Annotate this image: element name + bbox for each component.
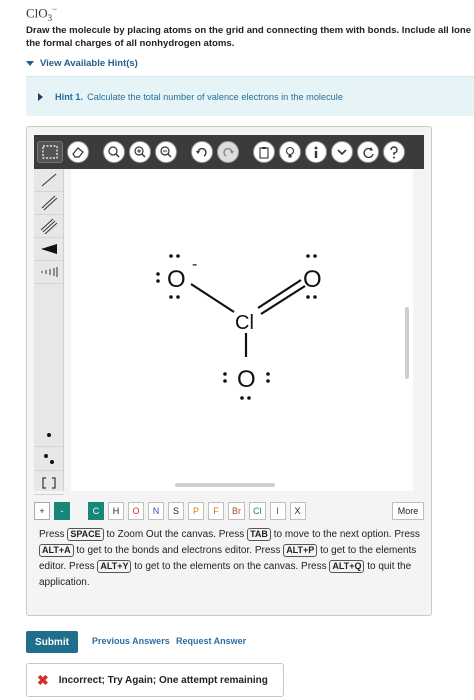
instruction-text: to get to the bonds and electrons editor… <box>76 545 281 556</box>
lone-pair-dot <box>176 295 180 299</box>
editor-toolbar <box>34 135 424 169</box>
keyboard-instructions: Press SPACE to Zoom Out the canvas. Pres… <box>39 527 425 591</box>
chevron-right-icon <box>38 92 43 101</box>
view-hints-toggle[interactable]: View Available Hint(s) <box>26 58 138 69</box>
submit-button[interactable]: Submit <box>26 631 78 653</box>
refresh-icon[interactable] <box>357 141 379 163</box>
element-n-button[interactable]: N <box>148 502 164 520</box>
prompt-line-1: Draw the molecule by placing atoms on th… <box>26 25 472 36</box>
element-p-button[interactable]: P <box>188 502 204 520</box>
key-alt-p: ALT+P <box>283 544 318 557</box>
lone-pair-dot <box>313 254 317 258</box>
lone-pair-dot <box>313 295 317 299</box>
element-i-button[interactable]: I <box>269 502 286 520</box>
chevron-down-icon <box>26 61 34 66</box>
element-br-button[interactable]: Br <box>228 502 245 520</box>
instruction-text: to move to the next option. Press <box>273 529 420 540</box>
element-cl-button[interactable]: Cl <box>249 502 266 520</box>
molecule-editor: O - O Cl O + - C H O N S P F Br Cl I X M… <box>26 126 432 616</box>
element-o-button[interactable]: O <box>128 502 144 520</box>
horizontal-scrollbar[interactable] <box>175 483 275 487</box>
key-space: SPACE <box>67 528 104 541</box>
instruction-text: Press <box>39 529 65 540</box>
bulb-icon[interactable] <box>279 141 301 163</box>
charge-minus-button[interactable]: - <box>54 502 70 520</box>
prompt-line-2: the formal charges of all nonhydrogen at… <box>26 38 235 49</box>
double-bond <box>257 279 302 309</box>
instruction-text: to Zoom Out the canvas. Press <box>106 529 245 540</box>
lone-pair-dot <box>247 396 251 400</box>
undo-icon[interactable] <box>191 141 213 163</box>
more-elements-button[interactable]: More <box>392 502 424 520</box>
element-c-button[interactable]: C <box>88 502 104 520</box>
wedge-bond-icon[interactable] <box>34 238 64 261</box>
zoom-fit-icon[interactable] <box>103 141 125 163</box>
zoom-out-icon[interactable] <box>155 141 177 163</box>
lone-pair-dot <box>169 254 173 258</box>
paste-icon[interactable] <box>253 141 275 163</box>
lone-pair-dot <box>266 372 270 376</box>
radical-icon[interactable] <box>34 423 64 447</box>
eraser-icon[interactable] <box>67 141 89 163</box>
triple-bond-icon[interactable] <box>34 215 64 238</box>
lone-pair-dot <box>240 396 244 400</box>
molecule-drawing: O - O Cl O <box>156 254 322 400</box>
single-bond-icon[interactable] <box>34 169 64 192</box>
molecule-formula: ClO3− <box>26 4 58 23</box>
info-icon[interactable] <box>305 141 327 163</box>
hint-title: Hint 1. <box>55 91 84 102</box>
lone-pair-dot <box>266 379 270 383</box>
hint-1-row[interactable]: Hint 1. Calculate the total number of va… <box>26 76 474 116</box>
request-answer-link[interactable]: Request Answer <box>176 636 246 646</box>
hint-text: Calculate the total number of valence el… <box>87 91 343 102</box>
lone-pair-icon[interactable] <box>34 447 64 471</box>
error-x-icon: ✖ <box>37 671 49 688</box>
question-prompt: Draw the molecule by placing atoms on th… <box>26 24 474 50</box>
marquee-icon[interactable] <box>37 141 63 163</box>
charge-plus-button[interactable]: + <box>34 502 50 520</box>
formal-charge: - <box>192 256 197 273</box>
help-icon[interactable] <box>383 141 405 163</box>
atom-oxygen-bottom: O <box>237 366 256 393</box>
redo-icon[interactable] <box>217 141 239 163</box>
element-x-button[interactable]: X <box>289 502 306 520</box>
key-alt-q: ALT+Q <box>329 560 365 573</box>
lone-pair-dot <box>223 372 227 376</box>
drawing-canvas[interactable]: O - O Cl O <box>71 169 413 491</box>
element-s-button[interactable]: S <box>168 502 184 520</box>
element-palette: + - C H O N S P F Br Cl I X More <box>34 501 424 521</box>
key-tab: TAB <box>247 528 271 541</box>
atom-oxygen-right: O <box>303 266 322 293</box>
electron-tools <box>34 423 64 495</box>
previous-answers-link[interactable]: Previous Answers <box>92 636 170 646</box>
feedback-text: Incorrect; Try Again; One attempt remain… <box>58 674 268 686</box>
instruction-text: to get to the elements on the canvas. Pr… <box>134 561 327 572</box>
lone-pair-dot <box>169 295 173 299</box>
lone-pair-dot <box>306 254 310 258</box>
atom-oxygen-left: O <box>167 266 186 293</box>
view-hints-label: View Available Hint(s) <box>40 58 138 69</box>
key-alt-y: ALT+Y <box>97 560 132 573</box>
atom-chlorine: Cl <box>235 312 254 334</box>
single-bond <box>190 283 235 313</box>
key-alt-a: ALT+A <box>39 544 74 557</box>
element-f-button[interactable]: F <box>208 502 224 520</box>
lone-pair-dot <box>156 279 160 283</box>
element-h-button[interactable]: H <box>108 502 124 520</box>
feedback-message: ✖ Incorrect; Try Again; One attempt rema… <box>26 663 284 697</box>
vertical-scrollbar[interactable] <box>405 307 409 379</box>
lone-pair-dot <box>223 379 227 383</box>
double-bond-icon[interactable] <box>34 192 64 215</box>
zoom-in-icon[interactable] <box>129 141 151 163</box>
double-bond <box>260 285 306 315</box>
bracket-icon[interactable] <box>34 471 64 495</box>
lone-pair-dot <box>156 272 160 276</box>
lone-pair-dot <box>176 254 180 258</box>
hash-bond-icon[interactable] <box>34 261 64 284</box>
lone-pair-dot <box>306 295 310 299</box>
chevron-down-icon[interactable] <box>331 141 353 163</box>
